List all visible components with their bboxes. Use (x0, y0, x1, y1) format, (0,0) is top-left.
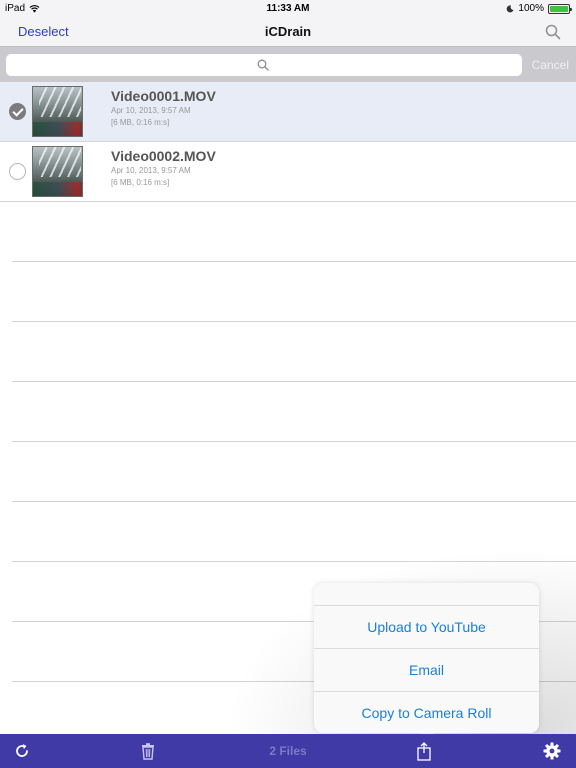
empty-row (12, 502, 576, 562)
moon-icon (507, 4, 514, 12)
battery-fill (550, 5, 568, 12)
empty-row (12, 442, 576, 502)
cancel-button[interactable]: Cancel (532, 58, 569, 72)
share-icon[interactable] (414, 741, 434, 761)
video-thumbnail (32, 146, 83, 197)
upload-youtube-item[interactable]: Upload to YouTube (314, 605, 539, 647)
search-icon[interactable] (544, 23, 562, 41)
empty-row (12, 262, 576, 322)
email-item[interactable]: Email (314, 648, 539, 690)
search-field-icon (257, 59, 269, 71)
file-info: [6 MB, 0:16 m:s] (111, 178, 170, 187)
search-input[interactable] (6, 54, 522, 76)
battery-percent: 100% (518, 3, 544, 14)
selection-checkbox[interactable] (9, 103, 26, 120)
empty-row (12, 322, 576, 382)
file-name: Video0001.MOV (111, 88, 216, 104)
search-bar: Cancel (0, 46, 576, 82)
files-count: 2 Files (269, 744, 307, 758)
file-row[interactable]: Video0002.MOV Apr 10, 2013, 9:57 AM [6 M… (0, 142, 576, 202)
status-time: 11:33 AM (266, 3, 310, 14)
file-date: Apr 10, 2013, 9:57 AM (111, 106, 191, 115)
copy-camera-roll-item[interactable]: Copy to Camera Roll (314, 691, 539, 733)
bottom-toolbar: 2 Files (0, 734, 576, 768)
empty-row (12, 202, 576, 262)
status-right: 100% (506, 3, 572, 14)
status-bar: iPad 11:33 AM 100% (0, 0, 576, 18)
selection-checkbox[interactable] (9, 163, 26, 180)
nav-bar: Deselect iCDrain (0, 18, 576, 46)
file-row[interactable]: Video0001.MOV Apr 10, 2013, 9:57 AM [6 M… (0, 82, 576, 142)
file-date: Apr 10, 2013, 9:57 AM (111, 166, 191, 175)
file-info: [6 MB, 0:16 m:s] (111, 118, 170, 127)
gear-icon[interactable] (542, 741, 562, 761)
file-name: Video0002.MOV (111, 148, 216, 164)
page-title: iCDrain (264, 24, 312, 39)
share-menu: Upload to YouTube Email Copy to Camera R… (314, 583, 539, 733)
video-thumbnail (32, 86, 83, 137)
empty-row (12, 382, 576, 442)
battery-icon (548, 3, 572, 14)
